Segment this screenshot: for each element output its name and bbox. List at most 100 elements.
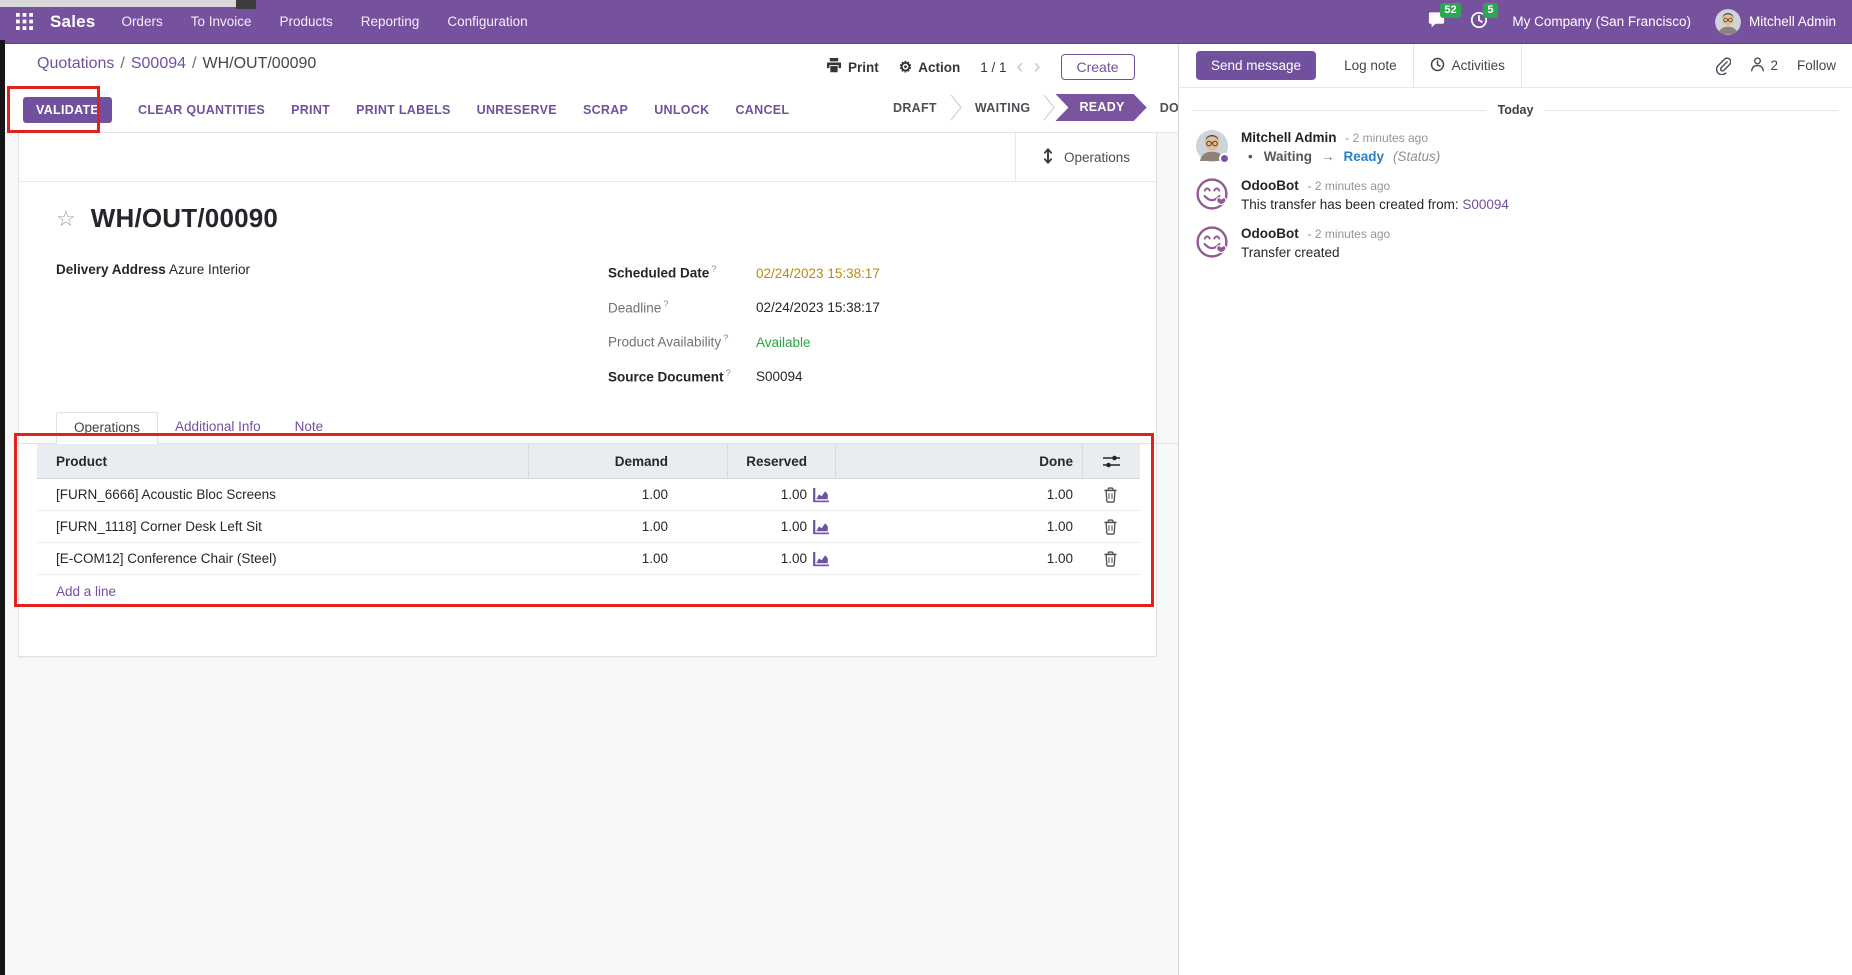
- print-button[interactable]: Print: [826, 58, 879, 76]
- column-header-reserved[interactable]: Reserved: [727, 444, 835, 478]
- nav-menu-products[interactable]: Products: [280, 14, 333, 29]
- field-value[interactable]: S00094: [756, 368, 803, 386]
- pager-next-icon[interactable]: ›: [1034, 58, 1041, 76]
- avatar[interactable]: [1196, 130, 1228, 162]
- field-deadline: Deadline? 02/24/2023 15:38:17: [608, 296, 1156, 318]
- presence-indicator: [1219, 153, 1230, 164]
- cell-demand[interactable]: 1.00: [528, 487, 727, 502]
- paperclip-icon[interactable]: [1714, 57, 1731, 75]
- field-value[interactable]: Azure Interior: [169, 261, 250, 279]
- table-row[interactable]: [FURN_6666] Acoustic Bloc Screens 1.00 1…: [37, 479, 1140, 511]
- cell-done[interactable]: 1.00: [835, 519, 1082, 534]
- messages-badge: 52: [1440, 3, 1460, 18]
- app-name[interactable]: Sales: [50, 12, 95, 32]
- printer-icon: [826, 58, 842, 76]
- status-draft[interactable]: DRAFT: [880, 101, 950, 115]
- column-header-done[interactable]: Done: [835, 444, 1082, 478]
- cell-demand[interactable]: 1.00: [528, 519, 727, 534]
- follow-button[interactable]: Follow: [1797, 58, 1836, 73]
- user-menu[interactable]: Mitchell Admin: [1715, 9, 1836, 35]
- arrow-right-icon: →: [1321, 149, 1335, 164]
- add-a-line-link[interactable]: Add a line: [37, 575, 1140, 607]
- followers-button[interactable]: 2: [1750, 56, 1778, 75]
- favorite-star-icon[interactable]: ☆: [56, 208, 76, 230]
- cell-product[interactable]: [FURN_1118] Corner Desk Left Sit: [37, 519, 528, 534]
- message-author[interactable]: OdooBot: [1241, 226, 1299, 241]
- help-marker: ?: [663, 299, 668, 310]
- main-area: Quotations/S00094/WH/OUT/00090 Print ⚙ A…: [0, 44, 1178, 975]
- notebook-tabs: Operations Additional Info Note: [56, 412, 1156, 444]
- tracking-change: •Waiting→Ready(Status): [1241, 149, 1440, 164]
- log-note-button[interactable]: Log note: [1328, 44, 1413, 87]
- field-value[interactable]: 02/24/2023 15:38:17: [756, 265, 880, 283]
- print-labels-button[interactable]: PRINT LABELS: [356, 103, 451, 117]
- validate-button[interactable]: VALIDATE: [23, 97, 112, 123]
- field-delivery-address: Delivery Address Azure Interior: [56, 261, 571, 279]
- delete-row-icon[interactable]: [1082, 551, 1139, 567]
- field-scheduled-date: Scheduled Date? 02/24/2023 15:38:17: [608, 261, 1156, 283]
- status-ready-active[interactable]: READY: [1055, 94, 1146, 121]
- forecast-chart-icon[interactable]: [812, 519, 830, 535]
- unlock-button[interactable]: UNLOCK: [654, 103, 709, 117]
- pager-previous-icon[interactable]: ‹: [1017, 58, 1024, 76]
- odoobot-avatar[interactable]: [1196, 226, 1228, 258]
- column-header-demand[interactable]: Demand: [528, 444, 727, 478]
- chevron-right-icon: [950, 94, 962, 121]
- delete-row-icon[interactable]: [1082, 487, 1139, 503]
- nav-menus: Orders To Invoice Products Reporting Con…: [121, 14, 527, 29]
- create-button[interactable]: Create: [1061, 54, 1135, 80]
- delete-row-icon[interactable]: [1082, 519, 1139, 535]
- unreserve-button[interactable]: UNRESERVE: [477, 103, 557, 117]
- tracking-field-name: (Status): [1393, 149, 1440, 164]
- action-button[interactable]: ⚙ Action: [899, 60, 960, 75]
- table-row[interactable]: [E-COM12] Conference Chair (Steel) 1.00 …: [37, 543, 1140, 575]
- odoobot-avatar[interactable]: [1196, 178, 1228, 210]
- nav-menu-orders[interactable]: Orders: [121, 14, 162, 29]
- cell-reserved[interactable]: 1.00: [781, 519, 807, 534]
- cell-product[interactable]: [E-COM12] Conference Chair (Steel): [37, 551, 528, 566]
- chatter-panel: Send message Log note Activities 2 F: [1178, 44, 1852, 975]
- cancel-button[interactable]: CANCEL: [735, 103, 789, 117]
- nav-menu-reporting[interactable]: Reporting: [361, 14, 420, 29]
- message-author[interactable]: OdooBot: [1241, 178, 1299, 193]
- scrap-button[interactable]: SCRAP: [583, 103, 628, 117]
- source-document-link[interactable]: S00094: [1462, 197, 1509, 212]
- cell-reserved[interactable]: 1.00: [781, 551, 807, 566]
- operations-smart-button[interactable]: Operations: [1015, 133, 1156, 181]
- message-time: - 2 minutes ago: [1308, 179, 1391, 193]
- nav-menu-to-invoice[interactable]: To Invoice: [191, 14, 252, 29]
- activities-menu[interactable]: 5: [1470, 11, 1488, 32]
- cell-done[interactable]: 1.00: [835, 487, 1082, 502]
- optional-columns-icon[interactable]: [1082, 444, 1139, 478]
- nav-menu-configuration[interactable]: Configuration: [447, 14, 527, 29]
- column-header-product[interactable]: Product: [37, 454, 528, 469]
- company-switcher[interactable]: My Company (San Francisco): [1512, 14, 1691, 29]
- message-time: - 2 minutes ago: [1345, 131, 1428, 145]
- clear-quantities-button[interactable]: CLEAR QUANTITIES: [138, 103, 265, 117]
- breadcrumb-current: WH/OUT/00090: [202, 55, 316, 72]
- cell-reserved[interactable]: 1.00: [781, 487, 807, 502]
- form-sheet: Operations ☆ WH/OUT/00090 Delivery Addre…: [18, 133, 1157, 657]
- breadcrumb-s00094[interactable]: S00094: [131, 55, 186, 72]
- field-label: Scheduled Date?: [608, 261, 756, 283]
- breadcrumb-quotations[interactable]: Quotations: [37, 55, 114, 72]
- messages-menu[interactable]: 52: [1427, 11, 1446, 32]
- print-head-button[interactable]: PRINT: [291, 103, 330, 117]
- message-author[interactable]: Mitchell Admin: [1241, 130, 1337, 145]
- forecast-chart-icon[interactable]: [812, 551, 830, 567]
- status-waiting[interactable]: WAITING: [962, 101, 1044, 115]
- forecast-chart-icon[interactable]: [812, 487, 830, 503]
- tracking-old-value: Waiting: [1264, 149, 1312, 164]
- tab-note[interactable]: Note: [278, 412, 341, 444]
- pager: 1 / 1 ‹ ›: [980, 58, 1040, 76]
- tab-operations[interactable]: Operations: [56, 412, 158, 444]
- cell-demand[interactable]: 1.00: [528, 551, 727, 566]
- apps-grid-icon[interactable]: [16, 13, 34, 31]
- cell-product[interactable]: [FURN_6666] Acoustic Bloc Screens: [37, 487, 528, 502]
- cell-done[interactable]: 1.00: [835, 551, 1082, 566]
- tab-additional-info[interactable]: Additional Info: [158, 412, 278, 444]
- clock-icon: [1430, 57, 1445, 75]
- table-row[interactable]: [FURN_1118] Corner Desk Left Sit 1.00 1.…: [37, 511, 1140, 543]
- send-message-button[interactable]: Send message: [1196, 51, 1316, 80]
- activities-button[interactable]: Activities: [1413, 44, 1522, 87]
